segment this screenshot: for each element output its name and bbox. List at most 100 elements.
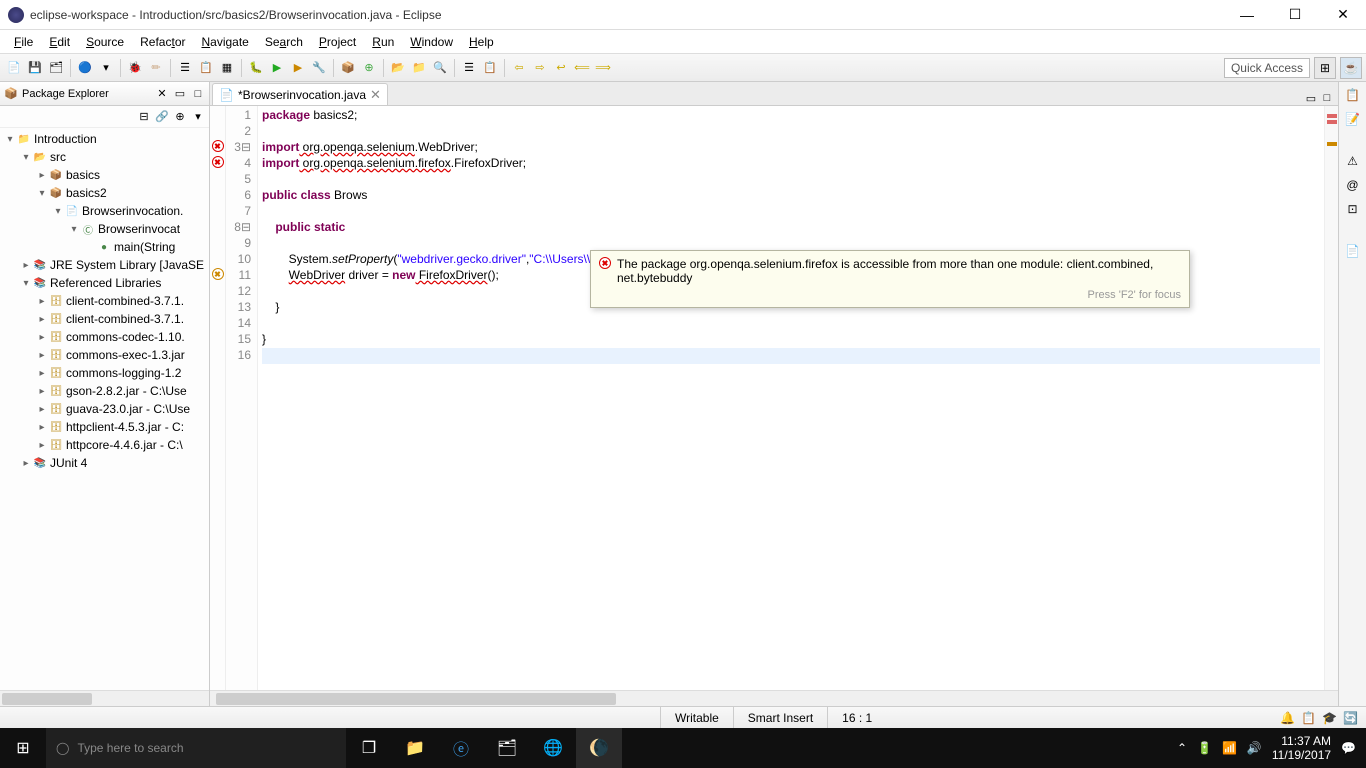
tree-pkg-basics2[interactable]: ▾📦basics2	[0, 184, 209, 202]
eclipse-taskbar-icon[interactable]: 🌘	[576, 728, 622, 768]
tree-jar[interactable]: ▸🗄commons-exec-1.3.jar	[0, 346, 209, 364]
task-view-icon[interactable]: ❐	[346, 728, 392, 768]
tree-jar[interactable]: ▸🗄gson-2.8.2.jar - C:\Use	[0, 382, 209, 400]
coverage-icon[interactable]: ▶	[288, 58, 308, 78]
menu-run[interactable]: Run	[364, 32, 402, 52]
history-fwd-icon[interactable]: ⟹	[593, 58, 613, 78]
tree-java-file[interactable]: ▾📄Browserinvocation.	[0, 202, 209, 220]
explorer-icon[interactable]: 🗂	[484, 728, 530, 768]
tree-class[interactable]: ▾ⒸBrowserinvocat	[0, 220, 209, 238]
last-edit-icon[interactable]: ↩	[551, 58, 571, 78]
editor-minimize-icon[interactable]: ▭	[1304, 91, 1318, 105]
code-editor[interactable]: ✖ ✖ ✖ 123⊟45678⊟910111213141516 package …	[210, 106, 1338, 690]
tree-reflib[interactable]: ▾📚Referenced Libraries	[0, 274, 209, 292]
link-editor-icon[interactable]: 🔗	[155, 110, 169, 124]
tree-jar[interactable]: ▸🗄commons-codec-1.10.	[0, 328, 209, 346]
tray-wifi-icon[interactable]: 📶	[1222, 741, 1237, 755]
debug-launch-icon[interactable]: 🐛	[246, 58, 266, 78]
edge-icon[interactable]: ⓔ	[438, 728, 484, 768]
menu-edit[interactable]: Edit	[41, 32, 78, 52]
external-tools-icon[interactable]: 🔧	[309, 58, 329, 78]
maximize-button[interactable]: ☐	[1280, 5, 1310, 25]
javadoc-icon[interactable]: @	[1344, 176, 1362, 194]
outline-icon[interactable]: 📋	[1344, 86, 1362, 104]
start-button[interactable]: ⊞	[0, 728, 46, 768]
toolbar-btn[interactable]: ☰	[459, 58, 479, 78]
focus-task-icon[interactable]: ⊕	[173, 110, 187, 124]
tree-jar[interactable]: ▸🗄client-combined-3.7.1.	[0, 310, 209, 328]
toolbar-btn2[interactable]: 📋	[480, 58, 500, 78]
tray-volume-icon[interactable]: 🔊	[1247, 741, 1262, 755]
package-tree[interactable]: ▾📁Introduction ▾📂src ▸📦basics ▾📦basics2 …	[0, 128, 209, 690]
view-minimize-icon[interactable]: ▭	[173, 87, 187, 101]
menu-navigate[interactable]: Navigate	[193, 32, 256, 52]
editor-maximize-icon[interactable]: □	[1320, 91, 1334, 105]
tree-jar[interactable]: ▸🗄commons-logging-1.2	[0, 364, 209, 382]
new-icon[interactable]: 📄	[4, 58, 24, 78]
perspective-open-icon[interactable]: ⊞	[1314, 57, 1336, 79]
task-list-icon[interactable]: 📝	[1344, 110, 1362, 128]
status-icon[interactable]: 📋	[1301, 711, 1316, 725]
view-close-icon[interactable]: ✕	[155, 87, 169, 101]
tray-battery-icon[interactable]: 🔋	[1197, 741, 1212, 755]
menu-project[interactable]: Project	[311, 32, 364, 52]
tree-jar[interactable]: ▸🗄guava-23.0.jar - C:\Use	[0, 400, 209, 418]
new-package-icon[interactable]: 📦	[338, 58, 358, 78]
tree-junit[interactable]: ▸📚JUnit 4	[0, 454, 209, 472]
tree-jar[interactable]: ▸🗄client-combined-3.7.1.	[0, 292, 209, 310]
tree-jar[interactable]: ▸🗄httpcore-4.4.6.jar - C:\	[0, 436, 209, 454]
run-icon[interactable]: ▶	[267, 58, 287, 78]
error-marker-icon[interactable]: ✖	[212, 268, 224, 280]
perspective-java-icon[interactable]: ☕	[1340, 57, 1362, 79]
toggle-breadcrumb-icon[interactable]: ☰	[175, 58, 195, 78]
problems-icon[interactable]: ⚠	[1344, 152, 1362, 170]
back-icon[interactable]: ⇦	[509, 58, 529, 78]
view-maximize-icon[interactable]: □	[191, 87, 205, 101]
open-type-icon[interactable]: 🔵	[75, 58, 95, 78]
tree-method[interactable]: ●main(String	[0, 238, 209, 256]
view-menu-icon[interactable]: ▾	[191, 110, 205, 124]
debug-icon[interactable]: 🐞	[125, 58, 145, 78]
search-icon[interactable]: 🔍	[430, 58, 450, 78]
error-marker-icon[interactable]: ✖	[212, 156, 224, 168]
tree-src[interactable]: ▾📂src	[0, 148, 209, 166]
overview-ruler[interactable]	[1324, 106, 1338, 690]
file-explorer-icon[interactable]: 📁	[392, 728, 438, 768]
tray-chevron-icon[interactable]: ⌃	[1177, 741, 1187, 755]
tray-notifications-icon[interactable]: 💬	[1341, 741, 1356, 755]
tree-pkg-basics[interactable]: ▸📦basics	[0, 166, 209, 184]
tab-close-icon[interactable]: ✕	[370, 87, 381, 103]
menu-search[interactable]: Search	[257, 32, 311, 52]
chrome-icon[interactable]: 🌐	[530, 728, 576, 768]
quick-access[interactable]: Quick Access	[1224, 58, 1310, 78]
menu-source[interactable]: Source	[78, 32, 132, 52]
collapse-all-icon[interactable]: ⊟	[137, 110, 151, 124]
editor-tab-active[interactable]: 📄 *Browserinvocation.java ✕	[212, 83, 388, 105]
select-all-icon[interactable]: ▦	[217, 58, 237, 78]
menu-file[interactable]: File	[6, 32, 41, 52]
open-task-icon[interactable]: 📁	[409, 58, 429, 78]
status-icon[interactable]: 🎓	[1322, 711, 1337, 725]
paint-icon[interactable]: ✏	[146, 58, 166, 78]
forward-icon[interactable]: ⇨	[530, 58, 550, 78]
menu-help[interactable]: Help	[461, 32, 502, 52]
menu-window[interactable]: Window	[402, 32, 461, 52]
editor-scrollbar[interactable]	[210, 690, 1338, 706]
status-icon[interactable]: 🔄	[1343, 711, 1358, 725]
error-marker-icon[interactable]: ✖	[212, 140, 224, 152]
tree-project[interactable]: ▾📁Introduction	[0, 130, 209, 148]
minimize-button[interactable]: —	[1232, 5, 1262, 25]
taskbar-search[interactable]: ◯ Type here to search	[46, 728, 346, 768]
declaration-icon[interactable]: ⊡	[1344, 200, 1362, 218]
tray-clock[interactable]: 11:37 AM 11/19/2017	[1272, 734, 1331, 763]
menu-refactor[interactable]: Refactor	[132, 32, 193, 52]
outline2-icon[interactable]: 📄	[1344, 242, 1362, 260]
pin-icon[interactable]: 📋	[196, 58, 216, 78]
build-icon[interactable]: ▾	[96, 58, 116, 78]
tree-jre[interactable]: ▸📚JRE System Library [JavaSE	[0, 256, 209, 274]
open-folder-icon[interactable]: 📂	[388, 58, 408, 78]
code-content[interactable]: package basics2; import org.openqa.selen…	[258, 106, 1324, 690]
save-all-icon[interactable]: 🗂	[46, 58, 66, 78]
history-back-icon[interactable]: ⟸	[572, 58, 592, 78]
close-button[interactable]: ✕	[1328, 5, 1358, 25]
